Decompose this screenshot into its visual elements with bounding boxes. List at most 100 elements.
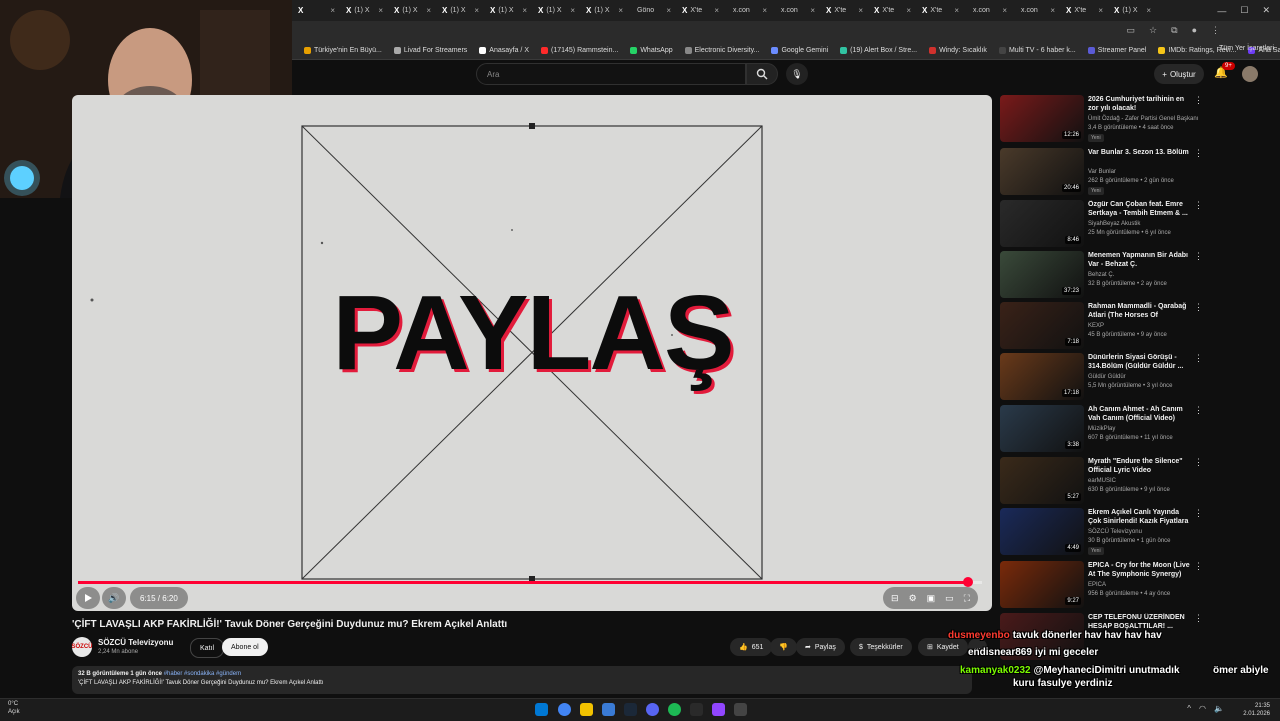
- close-icon[interactable]: ✕: [1262, 5, 1270, 16]
- browser-tab[interactable]: X (1) X ×: [580, 2, 628, 20]
- tab-close-icon[interactable]: ×: [474, 6, 479, 15]
- star-icon[interactable]: ☆: [1149, 25, 1157, 36]
- recommendation-channel[interactable]: earMUSIC: [1088, 478, 1116, 484]
- recommendation-channel[interactable]: Güldür Güldür: [1088, 374, 1126, 380]
- more-options-icon[interactable]: ⋮: [1194, 561, 1203, 572]
- tab-close-icon[interactable]: ×: [426, 6, 431, 15]
- more-options-icon[interactable]: ⋮: [1194, 405, 1203, 416]
- progress-bar[interactable]: [78, 577, 982, 587]
- share-button[interactable]: ➦ Paylaş: [796, 638, 845, 656]
- bookmark-item[interactable]: (19) Alert Box / Stre...: [840, 46, 917, 54]
- recommendation-thumbnail[interactable]: 20:46: [1000, 148, 1084, 195]
- tab-close-icon[interactable]: ×: [666, 6, 671, 15]
- channel-avatar[interactable]: SÖZCÜ: [72, 637, 93, 657]
- chrome-icon[interactable]: [558, 703, 571, 716]
- voice-search-button[interactable]: 🎙: [786, 63, 808, 85]
- browser-tab[interactable]: X X'te ×: [916, 2, 964, 20]
- recommendation-item[interactable]: 7:18 Rahman Mammadli - Qarabağ Atlari (Th…: [1000, 302, 1280, 352]
- tab-close-icon[interactable]: ×: [906, 6, 911, 15]
- bookmark-item[interactable]: Google Gemini: [771, 46, 828, 54]
- settings-icon[interactable]: ⚙: [909, 593, 917, 604]
- subtitles-icon[interactable]: ⊟: [891, 593, 899, 604]
- browser-tab[interactable]: X X'te ×: [868, 2, 916, 20]
- tab-close-icon[interactable]: ×: [330, 6, 335, 15]
- bookmark-item[interactable]: Multi TV - 6 haber k...: [998, 46, 1076, 54]
- recommendation-title[interactable]: Ekrem Açıkel Canlı Yayında Çok Sinirlend…: [1088, 508, 1190, 528]
- all-bookmarks-button[interactable]: Tüm Yer İşaretleri: [1219, 45, 1274, 52]
- video-player[interactable]: PAYLAŞ 🔊 6:15 / 6:20 ⊟ ⚙ ▣ ▭ ⛶: [72, 95, 992, 611]
- browser-tab[interactable]: X ×: [292, 2, 340, 20]
- recommendation-title[interactable]: Ah Canım Ahmet - Ah Canım Vah Canım (Off…: [1088, 405, 1190, 424]
- menu-icon[interactable]: ⋮: [1211, 25, 1220, 36]
- recommendation-item[interactable]: 37:23 Menemen Yapmanın Bir Adabı Var - Be…: [1000, 251, 1280, 301]
- recommendation-channel[interactable]: EPICA: [1088, 582, 1106, 588]
- browser-tab[interactable]: X (1) X ×: [1108, 2, 1156, 20]
- search-button[interactable]: [746, 63, 778, 85]
- bookmark-item[interactable]: Anasayfa / X: [479, 46, 529, 54]
- recommendation-thumbnail[interactable]: 5:27: [1000, 457, 1084, 504]
- progress-scrubber[interactable]: [962, 577, 973, 587]
- fullscreen-icon[interactable]: ⛶: [964, 593, 970, 604]
- browser-tab[interactable]: X (1) X ×: [436, 2, 484, 20]
- recommendation-title[interactable]: Var Bunlar 3. Sezon 13. Bölüm: [1088, 148, 1190, 157]
- recommendation-item[interactable]: 8:46 Özgür Can Çoban feat. Emre Sertkaya …: [1000, 200, 1280, 250]
- tab-close-icon[interactable]: ×: [522, 6, 527, 15]
- file-explorer-icon[interactable]: [580, 703, 593, 716]
- browser-tab[interactable]: X X'te ×: [820, 2, 868, 20]
- recommendation-item[interactable]: 20:46 Var Bunlar 3. Sezon 13. Bölüm Var Bu…: [1000, 148, 1280, 198]
- bookmark-item[interactable]: Türkiye'nin En Büyü...: [304, 46, 382, 54]
- spotify-icon[interactable]: [668, 703, 681, 716]
- channel-name[interactable]: SÖZCÜ Televizyonu: [98, 638, 173, 647]
- tab-close-icon[interactable]: ×: [810, 6, 815, 15]
- recommendation-channel[interactable]: Ümit Özdağ - Zafer Partisi Genel Başkanı: [1088, 116, 1198, 122]
- recommendation-item[interactable]: 4:49 Ekrem Açıkel Canlı Yayında Çok Sinir…: [1000, 508, 1280, 558]
- browser-tab[interactable]: x.con ×: [772, 2, 820, 20]
- recommendation-channel[interactable]: MüzikPlay: [1088, 426, 1115, 432]
- recommendation-item[interactable]: 12:26 2026 Cumhuriyet tarihinin en zor yı…: [1000, 95, 1280, 145]
- cast-icon[interactable]: ▭: [1127, 25, 1136, 36]
- wifi-icon[interactable]: ◠: [1199, 704, 1206, 713]
- recommendation-channel[interactable]: Var Bunlar: [1088, 169, 1116, 175]
- search-input[interactable]: Ara: [476, 63, 746, 85]
- app-icon[interactable]: [602, 703, 615, 716]
- browser-tab[interactable]: X (1) X ×: [484, 2, 532, 20]
- more-options-icon[interactable]: ⋮: [1194, 302, 1203, 313]
- recommendation-thumbnail[interactable]: 9:27: [1000, 561, 1084, 608]
- weather-widget[interactable]: 0°C Açık: [8, 701, 20, 717]
- avatar[interactable]: [1242, 66, 1258, 82]
- recommendation-channel[interactable]: SiyahBeyaz Akustik: [1088, 221, 1140, 227]
- more-options-icon[interactable]: ⋮: [1194, 200, 1203, 211]
- browser-tab[interactable]: X X'te ×: [1060, 2, 1108, 20]
- twitch-icon[interactable]: [712, 703, 725, 716]
- speaker-icon[interactable]: 🔈: [1214, 704, 1224, 713]
- miniplayer-icon[interactable]: ▣: [927, 593, 936, 604]
- recommendation-title[interactable]: Myrath "Endure the Silence" Official Lyr…: [1088, 457, 1190, 476]
- tab-close-icon[interactable]: ×: [570, 6, 575, 15]
- recommendation-title[interactable]: Dünürlerin Siyasi Görüşü - 314.Bölüm (Gü…: [1088, 353, 1190, 372]
- recommendation-title[interactable]: Rahman Mammadli - Qarabağ Atlari (The Ho…: [1088, 302, 1190, 322]
- bookmark-item[interactable]: Streamer Panel: [1087, 46, 1146, 54]
- tab-close-icon[interactable]: ×: [618, 6, 623, 15]
- app-icon-2[interactable]: [734, 703, 747, 716]
- dislike-button[interactable]: 👎: [770, 638, 797, 656]
- extensions-icon[interactable]: ⧉: [1171, 25, 1177, 36]
- bookmark-item[interactable]: Livad For Streamers: [393, 46, 467, 54]
- tab-close-icon[interactable]: ×: [1050, 6, 1055, 15]
- browser-tab[interactable]: x.con ×: [1012, 2, 1060, 20]
- bookmark-item[interactable]: Electronic Diversity...: [684, 46, 759, 54]
- description-box[interactable]: 32 B görüntüleme 1 gün önce #haber #sond…: [72, 666, 972, 694]
- tab-close-icon[interactable]: ×: [714, 6, 719, 15]
- recommendation-thumbnail[interactable]: 4:49: [1000, 508, 1084, 555]
- tab-close-icon[interactable]: ×: [1002, 6, 1007, 15]
- recommendation-title[interactable]: EPICA - Cry for the Moon (Live At The Sy…: [1088, 561, 1190, 580]
- more-options-icon[interactable]: ⋮: [1194, 148, 1203, 159]
- profile-icon[interactable]: ●: [1192, 25, 1197, 36]
- more-options-icon[interactable]: ⋮: [1194, 251, 1203, 262]
- recommendation-channel[interactable]: KEXP: [1088, 323, 1104, 329]
- steam-icon[interactable]: [624, 703, 637, 716]
- tab-close-icon[interactable]: ×: [762, 6, 767, 15]
- like-button[interactable]: 👍 651: [730, 638, 773, 656]
- create-button[interactable]: + Oluştur: [1154, 64, 1204, 84]
- recommendation-channel[interactable]: SÖZCÜ Televizyonu: [1088, 529, 1142, 535]
- theater-icon[interactable]: ▭: [945, 593, 954, 604]
